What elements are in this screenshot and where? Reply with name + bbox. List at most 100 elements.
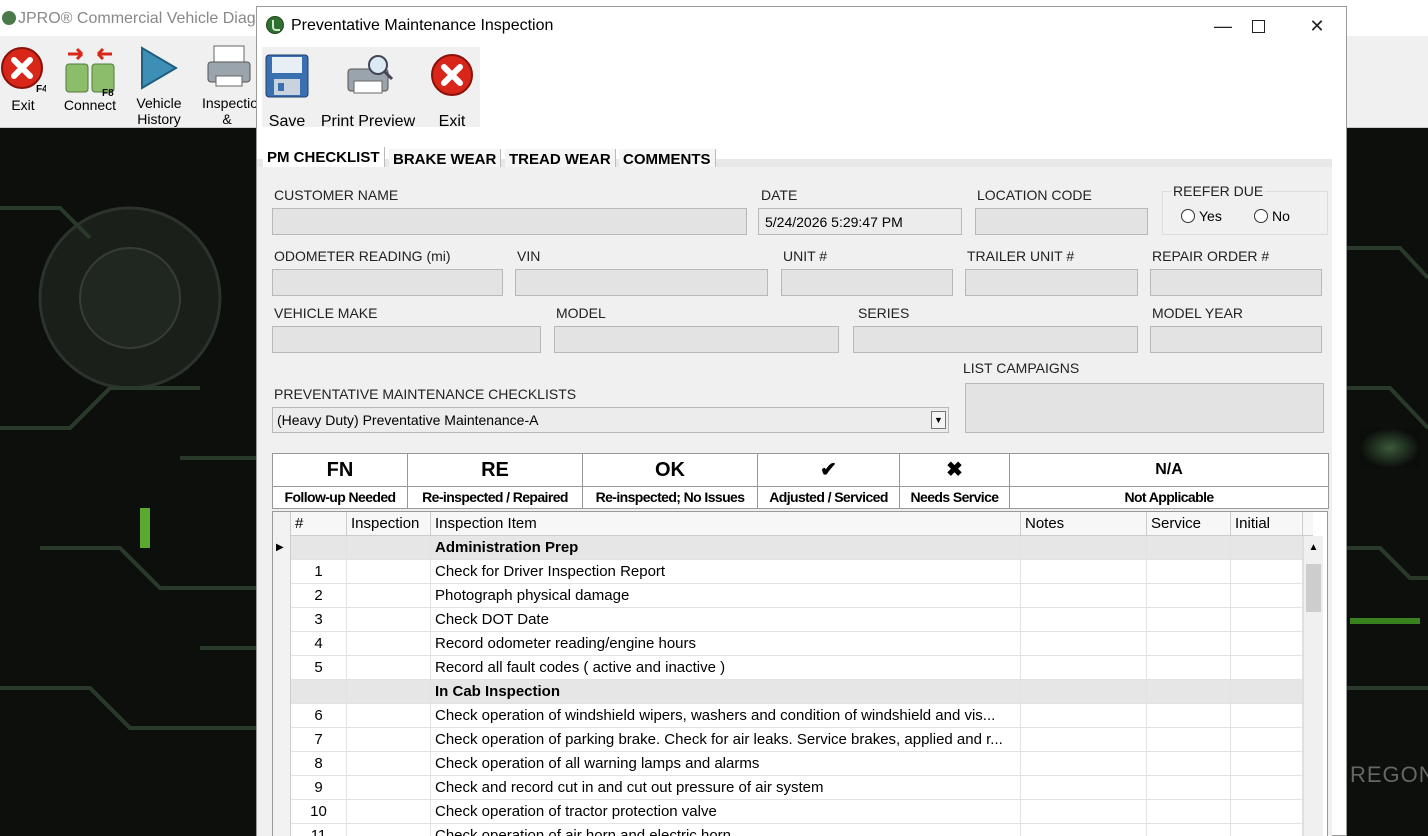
initial-cell[interactable]: [1231, 800, 1303, 824]
notes-cell[interactable]: [1021, 728, 1147, 752]
inspection-item-cell[interactable]: Check DOT Date: [431, 608, 1021, 632]
row-number-cell[interactable]: 5: [291, 656, 347, 680]
column-header-service[interactable]: Service: [1147, 512, 1231, 536]
row-number-cell[interactable]: 7: [291, 728, 347, 752]
row-number-cell[interactable]: 3: [291, 608, 347, 632]
row-number-cell[interactable]: 4: [291, 632, 347, 656]
row-number-cell[interactable]: [291, 536, 347, 560]
service-cell[interactable]: [1147, 584, 1231, 608]
save-button[interactable]: Save: [262, 51, 312, 130]
minimize-button[interactable]: —: [1203, 11, 1243, 41]
service-cell[interactable]: [1147, 824, 1231, 836]
service-cell[interactable]: [1147, 800, 1231, 824]
service-cell[interactable]: [1147, 728, 1231, 752]
bg-vehicle-history-button[interactable]: Vehicle History: [134, 42, 184, 127]
row-number-cell[interactable]: 11: [291, 824, 347, 836]
section-title-cell[interactable]: Administration Prep: [431, 536, 1021, 560]
inspection-item-cell[interactable]: Check operation of windshield wipers, wa…: [431, 704, 1021, 728]
inspection-item-cell[interactable]: Check and record cut in and cut out pres…: [431, 776, 1021, 800]
grid-section-row[interactable]: ▶ Administration Prep: [273, 536, 1303, 560]
repair-order-field[interactable]: [1150, 269, 1322, 296]
vehicle-make-field[interactable]: [272, 326, 541, 353]
initial-cell[interactable]: [1231, 656, 1303, 680]
inspection-item-cell[interactable]: Check operation of parking brake. Check …: [431, 728, 1021, 752]
table-row[interactable]: 3 Check DOT Date: [273, 608, 1303, 632]
initial-cell[interactable]: [1231, 584, 1303, 608]
notes-cell[interactable]: [1021, 704, 1147, 728]
service-cell[interactable]: [1147, 536, 1231, 560]
scroll-up-icon[interactable]: ▲: [1304, 538, 1323, 558]
inspection-cell[interactable]: [347, 632, 431, 656]
row-number-cell[interactable]: 2: [291, 584, 347, 608]
service-cell[interactable]: [1147, 752, 1231, 776]
close-button[interactable]: ✕: [1297, 11, 1337, 41]
table-row[interactable]: 8 Check operation of all warning lamps an…: [273, 752, 1303, 776]
inspection-cell[interactable]: [347, 704, 431, 728]
inspection-cell[interactable]: [347, 752, 431, 776]
initial-cell[interactable]: [1231, 824, 1303, 836]
row-number-cell[interactable]: 1: [291, 560, 347, 584]
table-row[interactable]: 2 Photograph physical damage: [273, 584, 1303, 608]
table-row[interactable]: 1 Check for Driver Inspection Report: [273, 560, 1303, 584]
inspection-item-cell[interactable]: Record all fault codes ( active and inac…: [431, 656, 1021, 680]
initial-cell[interactable]: [1231, 728, 1303, 752]
inspection-item-cell[interactable]: Check operation of all warning lamps and…: [431, 752, 1021, 776]
section-title-cell[interactable]: In Cab Inspection: [431, 680, 1021, 704]
notes-cell[interactable]: [1021, 752, 1147, 776]
service-cell[interactable]: [1147, 632, 1231, 656]
unit-field[interactable]: [781, 269, 953, 296]
service-cell[interactable]: [1147, 608, 1231, 632]
table-row[interactable]: 5 Record all fault codes ( active and ina…: [273, 656, 1303, 680]
inspection-cell[interactable]: [347, 560, 431, 584]
inspection-item-cell[interactable]: Photograph physical damage: [431, 584, 1021, 608]
initial-cell[interactable]: [1231, 776, 1303, 800]
service-cell[interactable]: [1147, 656, 1231, 680]
notes-cell[interactable]: [1021, 776, 1147, 800]
inspection-cell[interactable]: [347, 536, 431, 560]
table-row[interactable]: 9 Check and record cut in and cut out pre…: [273, 776, 1303, 800]
series-field[interactable]: [853, 326, 1138, 353]
column-header-item[interactable]: Inspection Item: [431, 512, 1021, 536]
chevron-down-icon[interactable]: ▼: [931, 411, 946, 429]
model-field[interactable]: [554, 326, 839, 353]
notes-cell[interactable]: [1021, 608, 1147, 632]
table-row[interactable]: 10 Check operation of tractor protection …: [273, 800, 1303, 824]
inspection-item-cell[interactable]: Check operation of tractor protection va…: [431, 800, 1021, 824]
initial-cell[interactable]: [1231, 560, 1303, 584]
inspection-cell[interactable]: [347, 728, 431, 752]
customer-name-field[interactable]: [272, 208, 747, 235]
initial-cell[interactable]: [1231, 704, 1303, 728]
row-number-cell[interactable]: 10: [291, 800, 347, 824]
notes-cell[interactable]: [1021, 584, 1147, 608]
model-year-field[interactable]: [1150, 326, 1322, 353]
maximize-button[interactable]: [1238, 11, 1278, 41]
scrollbar-thumb[interactable]: [1306, 564, 1321, 612]
column-header-initial[interactable]: Initial: [1231, 512, 1303, 536]
inspection-cell[interactable]: [347, 584, 431, 608]
initial-cell[interactable]: [1231, 536, 1303, 560]
bg-exit-button[interactable]: F4 Exit: [0, 42, 48, 113]
notes-cell[interactable]: [1021, 560, 1147, 584]
row-number-cell[interactable]: 6: [291, 704, 347, 728]
column-header-inspection[interactable]: Inspection: [347, 512, 431, 536]
reefer-yes-radio[interactable]: Yes: [1181, 208, 1222, 224]
inspection-cell[interactable]: [347, 680, 431, 704]
print-preview-button[interactable]: Print Preview: [320, 51, 416, 130]
inspection-cell[interactable]: [347, 608, 431, 632]
grid-scrollbar[interactable]: ▲: [1303, 536, 1323, 836]
column-header-notes[interactable]: Notes: [1021, 512, 1147, 536]
inspection-cell[interactable]: [347, 824, 431, 836]
inspection-cell[interactable]: [347, 800, 431, 824]
row-number-cell[interactable]: [291, 680, 347, 704]
inspection-item-cell[interactable]: Check for Driver Inspection Report: [431, 560, 1021, 584]
exit-button[interactable]: Exit: [424, 51, 480, 130]
inspection-item-cell[interactable]: Check operation of air horn and electric…: [431, 824, 1021, 836]
table-row[interactable]: 4 Record odometer reading/engine hours: [273, 632, 1303, 656]
table-row[interactable]: 11 Check operation of air horn and electr…: [273, 824, 1303, 836]
initial-cell[interactable]: [1231, 680, 1303, 704]
bg-connect-button[interactable]: F8 Connect: [60, 42, 120, 113]
checklist-select[interactable]: (Heavy Duty) Preventative Maintenance-A …: [272, 407, 949, 433]
row-number-cell[interactable]: 8: [291, 752, 347, 776]
inspection-item-cell[interactable]: Record odometer reading/engine hours: [431, 632, 1021, 656]
column-header-number[interactable]: #: [291, 512, 347, 536]
